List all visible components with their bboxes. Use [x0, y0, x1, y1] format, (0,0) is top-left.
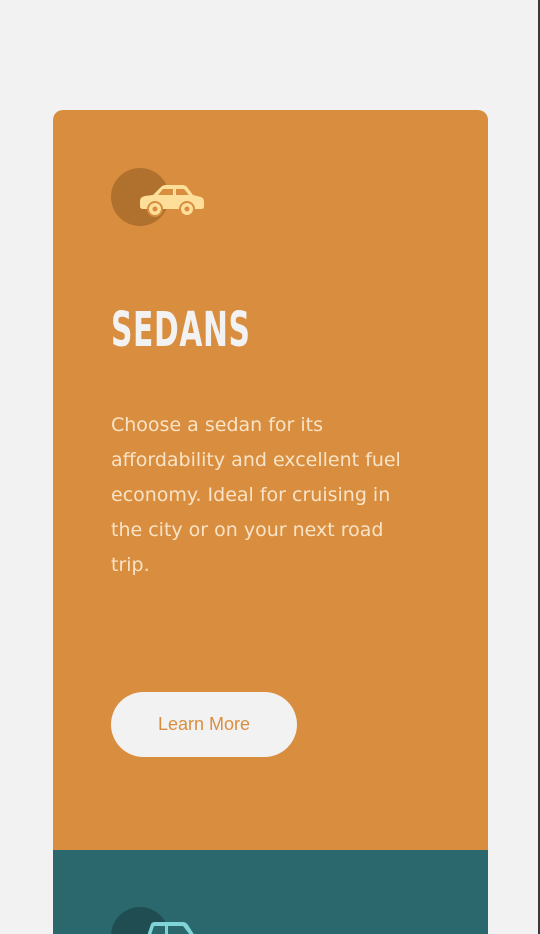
suv-car-svg — [147, 922, 194, 934]
sedan-car-svg — [140, 185, 204, 217]
suv-car-icon — [111, 907, 207, 934]
card-title: SEDANS — [111, 302, 251, 358]
sedans-card: SEDANS Choose a sedan for its affordabil… — [53, 110, 488, 850]
sedan-car-icon — [111, 168, 207, 228]
card-description: Choose a sedan for its affordability and… — [111, 414, 401, 576]
suvs-card — [53, 850, 488, 934]
learn-more-button[interactable]: Learn More — [111, 692, 297, 757]
